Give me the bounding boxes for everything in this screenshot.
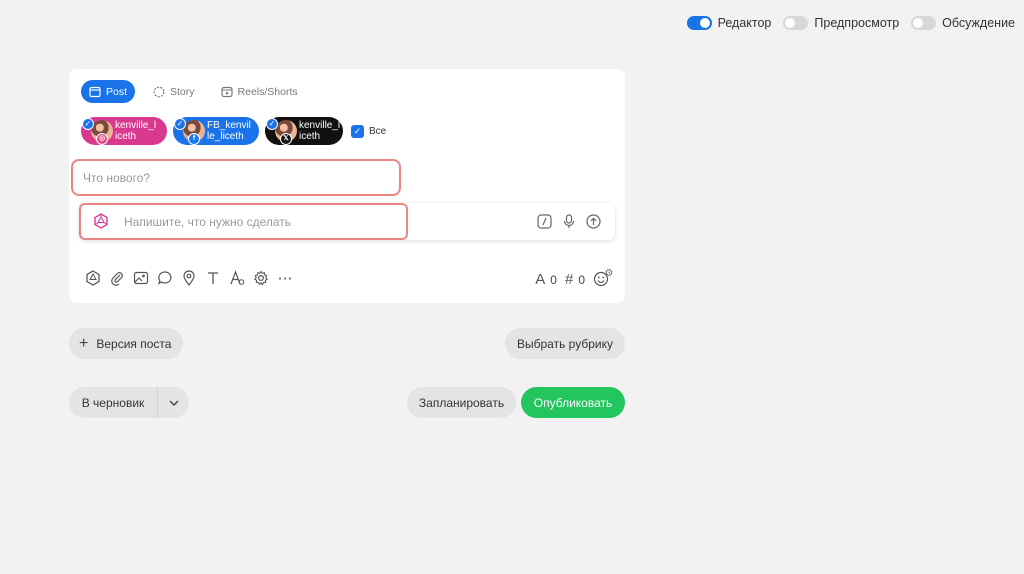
- choose-rubric-button[interactable]: Выбрать рубрику: [505, 328, 625, 359]
- microphone-icon[interactable]: [562, 214, 576, 229]
- preview-label: Предпросмотр: [814, 16, 900, 30]
- discussion-label: Обсуждение: [942, 16, 1015, 30]
- location-pin-icon[interactable]: [181, 270, 197, 286]
- discussion-switch[interactable]: [911, 16, 937, 30]
- tab-story[interactable]: Story: [145, 80, 203, 103]
- account-chip-facebook[interactable]: ✓ f FB_kenvil le_liceth: [173, 117, 259, 145]
- account-name: FB_kenvil le_liceth: [207, 120, 251, 142]
- emoji-icon[interactable]: [593, 269, 613, 290]
- send-arrow-icon[interactable]: [586, 214, 601, 229]
- slash-command-icon[interactable]: [537, 214, 552, 229]
- schedule-label: Запланировать: [418, 395, 505, 410]
- ai-prompt-placeholder: Напишите, что нужно сделать: [124, 215, 292, 229]
- tab-reels-label: Reels/Shorts: [237, 85, 298, 98]
- add-post-version-button[interactable]: + Версия поста: [69, 328, 184, 359]
- plus-icon: +: [79, 334, 89, 352]
- ai-assistant-icon: [93, 213, 109, 232]
- attachment-icon[interactable]: [109, 270, 125, 286]
- preview-switch[interactable]: [783, 16, 809, 30]
- story-icon: [153, 86, 165, 98]
- add-post-version-label: Версия поста: [96, 336, 172, 351]
- ai-assistant-prompt[interactable]: Напишите, что нужно сделать: [79, 203, 615, 240]
- text-format-icon[interactable]: [205, 270, 221, 286]
- post-text-placeholder: Что нового?: [83, 170, 151, 185]
- hashtag-count: 0: [578, 272, 585, 287]
- instagram-icon: ◎: [96, 133, 108, 145]
- more-options-icon[interactable]: ⋯: [277, 270, 293, 287]
- post-icon: [89, 86, 101, 98]
- hashtag-icon: #: [564, 271, 574, 288]
- x-icon: 𝕏: [280, 133, 292, 145]
- ai-assistant-icon[interactable]: [85, 270, 101, 286]
- check-icon: ✓: [174, 118, 186, 130]
- toggle-discussion[interactable]: Обсуждение: [911, 16, 1015, 30]
- account-chip-instagram[interactable]: ✓ ◎ kenville_l iceth: [81, 117, 167, 145]
- publish-button[interactable]: Опубликовать: [521, 387, 625, 418]
- tab-reels[interactable]: Reels/Shorts: [213, 80, 306, 103]
- image-icon[interactable]: [133, 270, 149, 286]
- chevron-down-icon[interactable]: [158, 400, 189, 406]
- select-all-label: Все: [369, 125, 387, 137]
- account-chip-x[interactable]: ✓ 𝕏 kenville_l iceth: [265, 117, 343, 145]
- post-editor-card: Post Story Reels/Shorts ✓ ◎ kenville_l ic…: [69, 69, 625, 303]
- character-count: 0: [550, 272, 557, 287]
- post-type-tabs: Post Story Reels/Shorts: [81, 80, 306, 103]
- checkbox-checked-icon: ✓: [351, 124, 364, 138]
- counters: A 0 # 0: [535, 269, 613, 290]
- tab-story-label: Story: [170, 85, 195, 98]
- tab-post-label: Post: [106, 85, 128, 98]
- tab-post[interactable]: Post: [81, 80, 136, 103]
- schedule-button[interactable]: Запланировать: [407, 387, 516, 418]
- select-all-checkbox[interactable]: ✓ Все: [351, 124, 387, 138]
- editor-label: Редактор: [717, 16, 772, 30]
- font-style-icon[interactable]: [229, 270, 245, 286]
- toggle-editor[interactable]: Редактор: [686, 16, 772, 30]
- letter-a-icon: A: [535, 271, 546, 288]
- view-toggles: Редактор Предпросмотр Обсуждение: [686, 16, 1015, 30]
- save-draft-button[interactable]: В черновик: [69, 396, 157, 410]
- editor-toolbar: ⋯: [85, 270, 293, 287]
- toggle-preview[interactable]: Предпросмотр: [783, 16, 899, 30]
- check-icon: ✓: [266, 118, 278, 130]
- editor-switch[interactable]: [686, 16, 712, 30]
- choose-rubric-label: Выбрать рубрику: [517, 336, 613, 351]
- comment-icon[interactable]: [157, 270, 173, 286]
- ai-actions: [537, 214, 601, 229]
- settings-gear-icon[interactable]: [253, 270, 269, 286]
- hashtag-counter: # 0: [565, 271, 585, 288]
- character-counter: A 0: [535, 271, 557, 288]
- publish-label: Опубликовать: [533, 395, 613, 410]
- account-name: kenville_l iceth: [115, 120, 157, 142]
- account-selector: ✓ ◎ kenville_l iceth ✓ f FB_kenvil le_lice…: [81, 117, 386, 145]
- facebook-icon: f: [188, 133, 200, 145]
- save-draft-split-button: В черновик: [69, 387, 189, 418]
- account-name: kenville_l iceth: [299, 120, 341, 142]
- post-text-field[interactable]: Что нового?: [71, 159, 401, 196]
- check-icon: ✓: [82, 118, 94, 130]
- reels-icon: [220, 86, 233, 98]
